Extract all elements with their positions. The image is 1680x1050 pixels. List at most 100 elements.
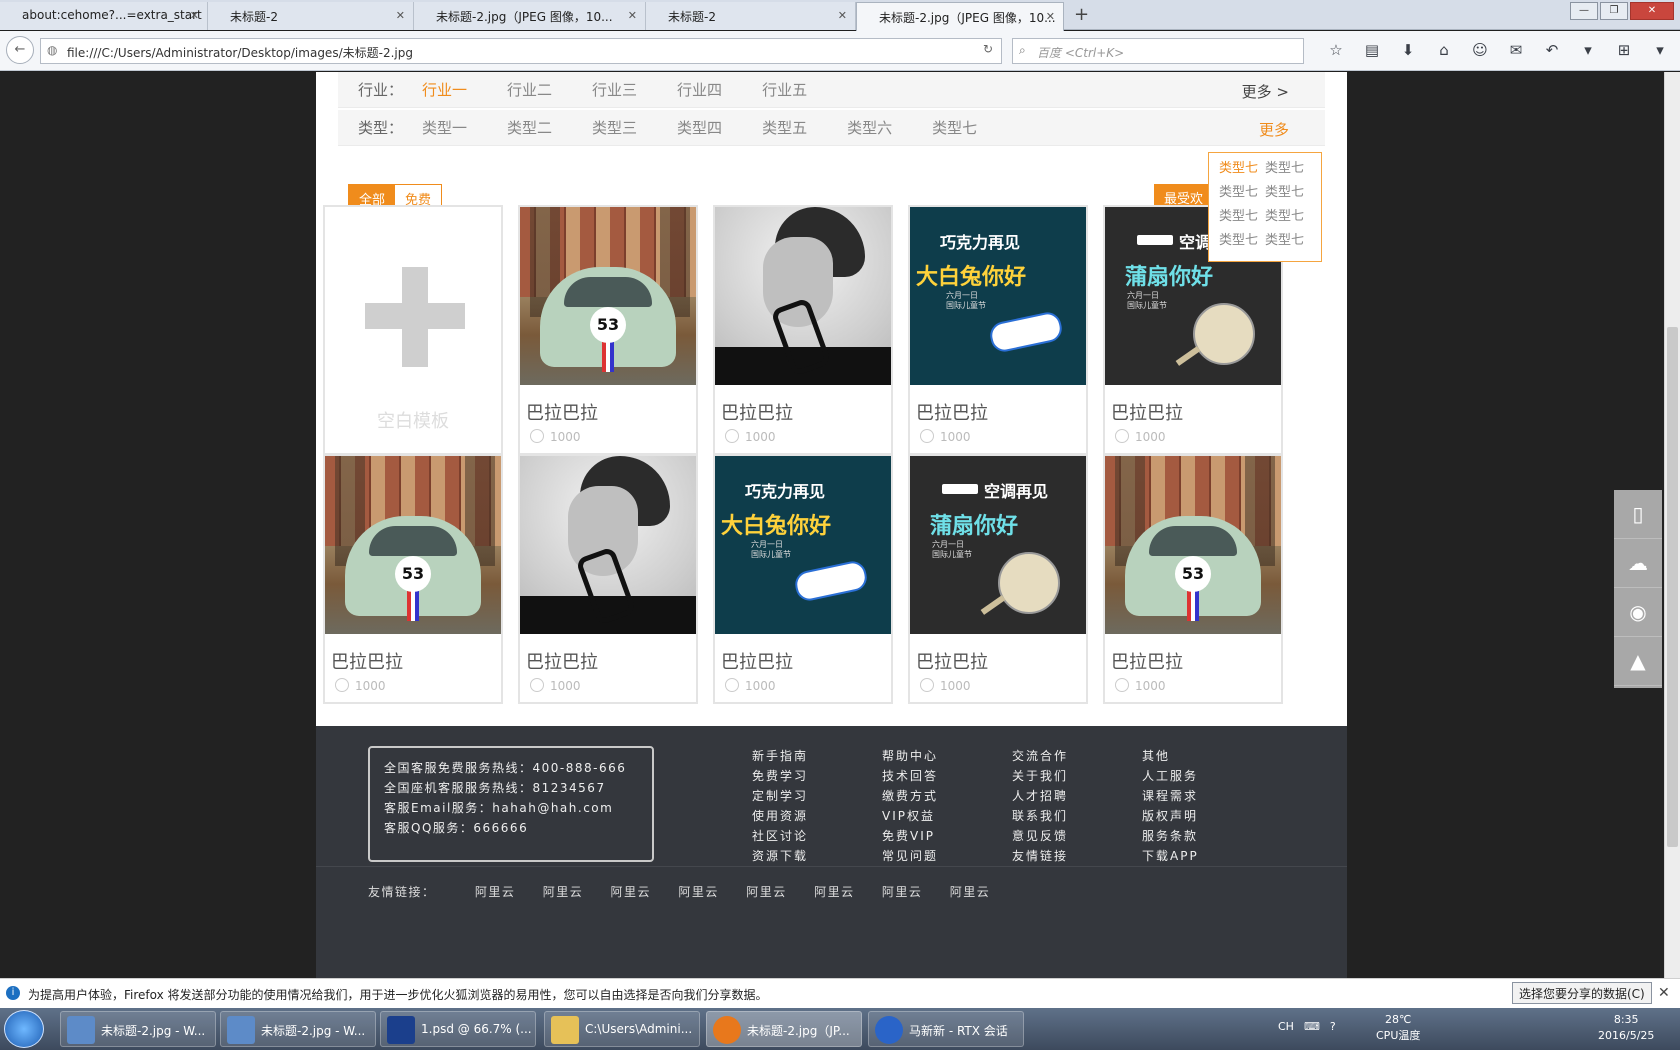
- filter-option-industry-4[interactable]: 行业四: [677, 79, 722, 100]
- filter-option-type-4[interactable]: 类型四: [677, 117, 722, 138]
- filter-option-industry-3[interactable]: 行业三: [592, 79, 637, 100]
- filter-option-type-2[interactable]: 类型二: [507, 117, 552, 138]
- close-tab-icon[interactable]: ✕: [396, 9, 405, 22]
- friend-link[interactable]: 阿里云: [950, 885, 991, 899]
- filter-option-type-6[interactable]: 类型六: [847, 117, 892, 138]
- dropdown-arrow-icon[interactable]: ▾: [1642, 41, 1678, 59]
- dropdown-item[interactable]: 类型七: [1219, 157, 1265, 181]
- close-notice-icon[interactable]: ✕: [1658, 985, 1670, 1001]
- footer-link[interactable]: 帮助中心: [882, 746, 1002, 766]
- help-icon[interactable]: ?: [1330, 1020, 1336, 1033]
- template-card[interactable]: 巴拉巴拉 1000: [713, 205, 893, 455]
- crop-icon[interactable]: ⊞: [1606, 41, 1642, 59]
- dropdown-item[interactable]: 类型七: [1265, 205, 1311, 229]
- message-icon[interactable]: ✉: [1498, 41, 1534, 59]
- reload-icon[interactable]: ↻: [983, 42, 993, 56]
- tab-1[interactable]: about:cehome?...=extra_start ✕: [0, 2, 208, 30]
- footer-link[interactable]: 常见问题: [882, 846, 1002, 866]
- scrollbar-thumb[interactable]: [1667, 327, 1678, 847]
- reading-list-icon[interactable]: ▤: [1354, 41, 1390, 59]
- clock[interactable]: 8:35 2016/5/25: [1598, 1012, 1654, 1044]
- dropdown-item[interactable]: 类型七: [1265, 181, 1311, 205]
- friend-link[interactable]: 阿里云: [543, 885, 584, 899]
- filter-option-industry-2[interactable]: 行业二: [507, 79, 552, 100]
- footer-link[interactable]: 联系我们: [1012, 806, 1132, 826]
- footer-link[interactable]: 下载APP: [1142, 846, 1262, 866]
- footer-link[interactable]: 关于我们: [1012, 766, 1132, 786]
- close-tab-icon[interactable]: ✕: [838, 9, 847, 22]
- footer-link[interactable]: 社区讨论: [752, 826, 872, 846]
- footer-link[interactable]: 友情链接: [1012, 846, 1132, 866]
- taskbar-item-active[interactable]: 未标题-2.jpg（JP...: [706, 1011, 862, 1047]
- dropdown-item[interactable]: 类型七: [1219, 205, 1265, 229]
- share-data-button[interactable]: 选择您要分享的数据(C): [1512, 982, 1652, 1004]
- filter-option-type-1[interactable]: 类型一: [422, 117, 467, 138]
- footer-link[interactable]: 使用资源: [752, 806, 872, 826]
- footer-link[interactable]: 版权声明: [1142, 806, 1262, 826]
- back-to-top-icon[interactable]: ▲: [1614, 637, 1662, 686]
- download-icon[interactable]: ⬇: [1390, 41, 1426, 59]
- tab-4[interactable]: 未标题-2 ✕: [646, 2, 856, 30]
- friend-link[interactable]: 阿里云: [611, 885, 652, 899]
- footer-link[interactable]: 人才招聘: [1012, 786, 1132, 806]
- dropdown-item[interactable]: 类型七: [1219, 229, 1265, 253]
- back-arrow-icon[interactable]: ←: [6, 36, 34, 64]
- close-tab-icon[interactable]: ✕: [1046, 10, 1055, 23]
- template-card[interactable]: 巴拉巴拉 1000: [518, 454, 698, 704]
- footer-link[interactable]: VIP权益: [882, 806, 1002, 826]
- footer-link[interactable]: 免费学习: [752, 766, 872, 786]
- chat-icon[interactable]: ☺: [1462, 41, 1498, 59]
- template-card[interactable]: 巧克力再见 大白兔你好 六月一日 国际儿童节 巴拉巴拉 1000: [713, 454, 893, 704]
- bookmark-star-icon[interactable]: ☆: [1318, 41, 1354, 59]
- template-card[interactable]: 53 巴拉巴拉 1000: [518, 205, 698, 455]
- friend-link[interactable]: 阿里云: [746, 885, 787, 899]
- taskbar-item[interactable]: 未标题-2.jpg - W...: [220, 1011, 376, 1047]
- footer-link[interactable]: 免费VIP: [882, 826, 1002, 846]
- keyboard-icon[interactable]: ⌨: [1304, 1020, 1320, 1033]
- type-more-link[interactable]: 更多: [1259, 119, 1289, 140]
- mobile-phone-icon[interactable]: ▯: [1614, 490, 1662, 539]
- maximize-icon[interactable]: ❐: [1600, 2, 1628, 20]
- qq-penguin-icon[interactable]: ◉: [1614, 588, 1662, 637]
- tab-5-active[interactable]: 未标题-2.jpg（JPEG 图像，10... ✕: [856, 2, 1064, 31]
- home-icon[interactable]: ⌂: [1426, 41, 1462, 59]
- template-card[interactable]: 空调再见 蒲扇你好 六月一日国际儿童节 巴拉巴拉 1000: [908, 454, 1088, 704]
- url-bar[interactable]: ◍ file:///C:/Users/Administrator/Desktop…: [40, 38, 1002, 64]
- wechat-icon[interactable]: ☁: [1614, 539, 1662, 588]
- close-tab-icon[interactable]: ✕: [190, 9, 199, 22]
- taskbar-item[interactable]: C:\Users\Admini...: [544, 1011, 700, 1047]
- tab-2[interactable]: 未标题-2 ✕: [208, 2, 414, 30]
- footer-link[interactable]: 新手指南: [752, 746, 872, 766]
- new-tab-button[interactable]: +: [1074, 4, 1089, 25]
- close-window-icon[interactable]: ✕: [1630, 2, 1674, 20]
- filter-option-type-3[interactable]: 类型三: [592, 117, 637, 138]
- minimize-icon[interactable]: —: [1570, 2, 1598, 20]
- start-button-icon[interactable]: [4, 1010, 44, 1048]
- search-input[interactable]: ⌕ 百度 <Ctrl+K>: [1012, 38, 1304, 64]
- footer-link[interactable]: 意见反馈: [1012, 826, 1132, 846]
- taskbar-item[interactable]: 未标题-2.jpg - W...: [60, 1011, 216, 1047]
- filter-option-type-5[interactable]: 类型五: [762, 117, 807, 138]
- friend-link[interactable]: 阿里云: [678, 885, 719, 899]
- dropdown-item[interactable]: 类型七: [1265, 229, 1311, 253]
- footer-link[interactable]: 缴费方式: [882, 786, 1002, 806]
- filter-option-type-7[interactable]: 类型七: [932, 117, 977, 138]
- template-card[interactable]: 53 巴拉巴拉 1000: [1103, 454, 1283, 704]
- footer-link[interactable]: 定制学习: [752, 786, 872, 806]
- taskbar-item[interactable]: 马新新 - RTX 会话: [868, 1011, 1024, 1047]
- footer-link[interactable]: 服务条款: [1142, 826, 1262, 846]
- friend-link[interactable]: 阿里云: [475, 885, 516, 899]
- dropdown-item[interactable]: 类型七: [1265, 157, 1311, 181]
- dropdown-item[interactable]: 类型七: [1219, 181, 1265, 205]
- filter-option-industry-5[interactable]: 行业五: [762, 79, 807, 100]
- footer-link[interactable]: 其他: [1142, 746, 1262, 766]
- industry-more-link[interactable]: 更多 >: [1242, 81, 1289, 102]
- footer-link[interactable]: 技术回答: [882, 766, 1002, 786]
- footer-link[interactable]: 人工服务: [1142, 766, 1262, 786]
- language-indicator[interactable]: CH: [1278, 1020, 1294, 1033]
- blank-template-card[interactable]: 空白模板: [323, 205, 503, 455]
- footer-link[interactable]: 资源下载: [752, 846, 872, 866]
- friend-link[interactable]: 阿里云: [882, 885, 923, 899]
- dropdown-arrow-icon[interactable]: ▾: [1570, 41, 1606, 59]
- undo-icon[interactable]: ↶: [1534, 41, 1570, 59]
